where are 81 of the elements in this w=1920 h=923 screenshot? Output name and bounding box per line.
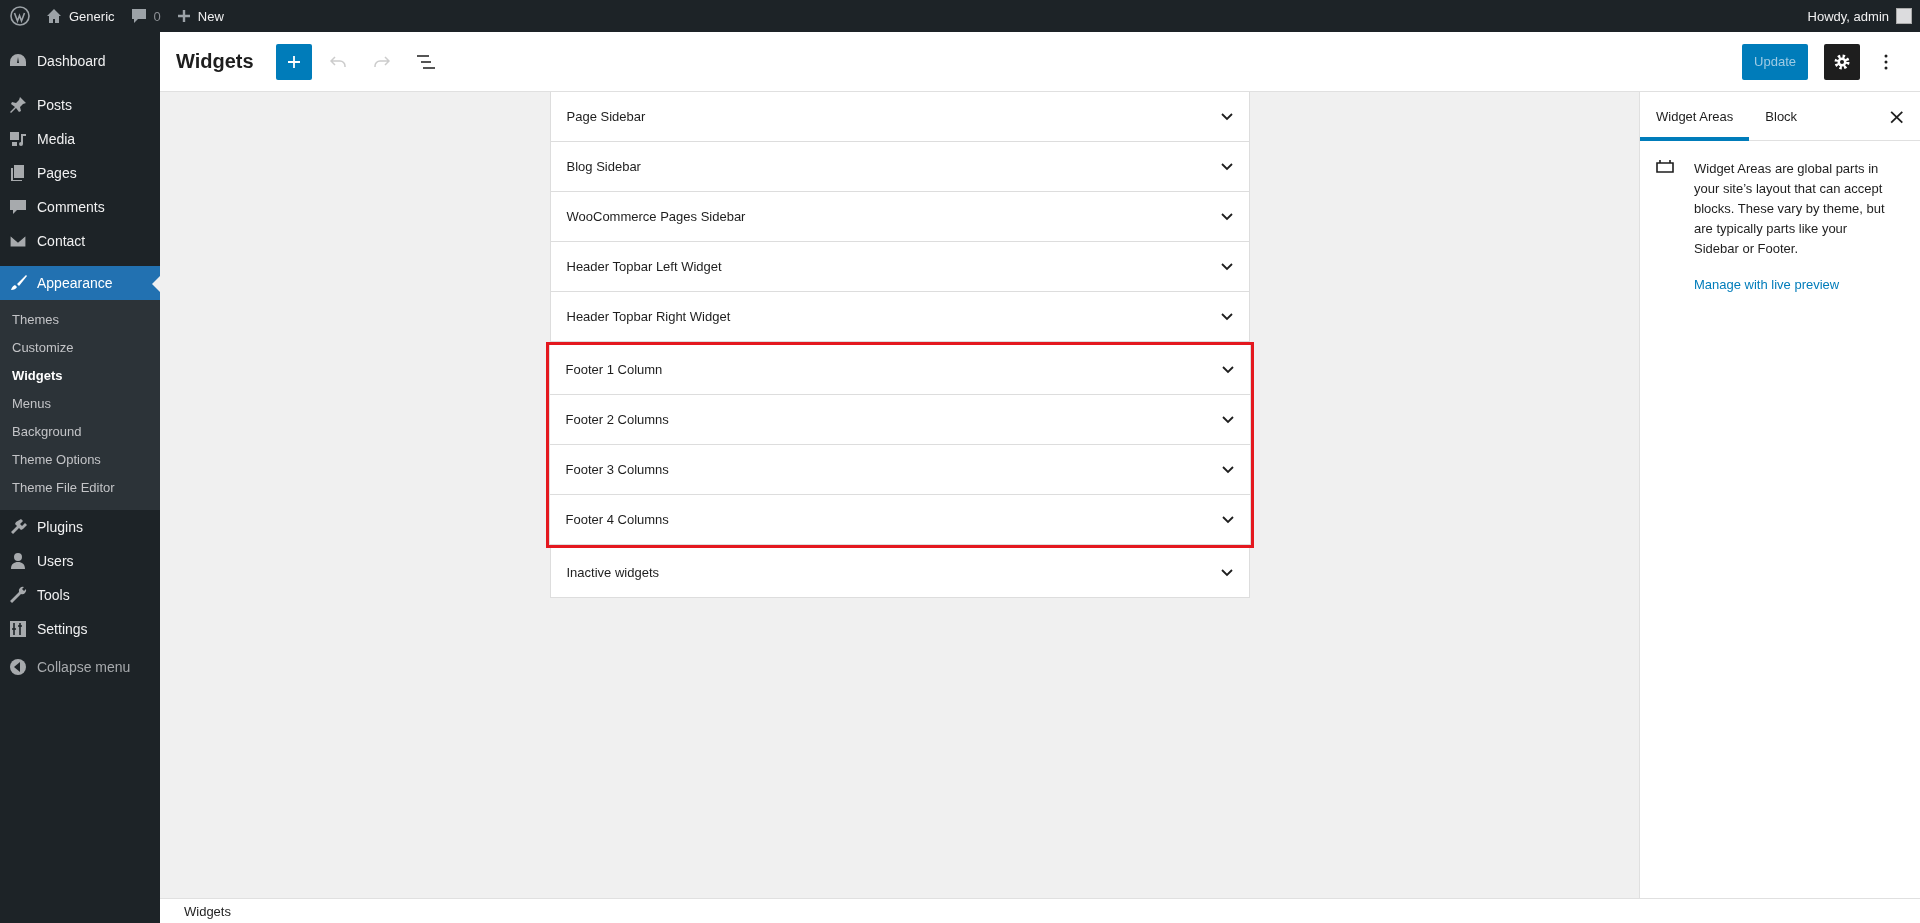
submenu-item[interactable]: Themes <box>0 306 160 334</box>
comment-bubble-icon <box>130 8 147 24</box>
list-view-icon <box>416 54 435 69</box>
menu-item[interactable]: Posts <box>0 88 160 122</box>
settings-icon <box>1833 52 1851 71</box>
person-icon <box>8 551 28 571</box>
widget-area-panel[interactable]: Inactive widgets <box>549 548 1250 598</box>
widget-area-title: Footer 1 Column <box>565 362 663 377</box>
wrench-icon <box>8 585 28 605</box>
account-link[interactable]: Howdy, admin <box>1807 8 1912 24</box>
submenu-item[interactable]: Background <box>0 418 160 446</box>
menu-item[interactable]: Plugins <box>0 510 160 544</box>
live-preview-link[interactable]: Manage with live preview <box>1694 277 1840 292</box>
widget-area-panel[interactable]: Blog Sidebar <box>549 142 1250 192</box>
widget-area-title: Page Sidebar <box>566 109 646 124</box>
comments-link[interactable]: 0 <box>130 8 161 24</box>
chevron-down-icon <box>1221 515 1234 524</box>
widget-area-panel[interactable]: Footer 4 Columns <box>548 495 1251 545</box>
site-name-link[interactable]: Generic <box>46 8 115 24</box>
menu-item[interactable]: Media <box>0 122 160 156</box>
breadcrumb-item[interactable]: Widgets <box>184 903 231 919</box>
menu-item[interactable]: Users <box>0 544 160 578</box>
widget-area-panel[interactable]: Footer 2 Columns <box>548 395 1251 445</box>
chevron-down-icon <box>1220 262 1233 271</box>
chevron-down-icon <box>1220 212 1233 221</box>
widget-area-panel[interactable]: WooCommerce Pages Sidebar <box>549 192 1250 242</box>
menu-item[interactable]: Settings <box>0 612 160 646</box>
menu-item[interactable]: Comments <box>0 190 160 224</box>
widget-area-icon <box>1656 159 1674 173</box>
pushpin-icon <box>8 95 28 115</box>
widget-area-title: Header Topbar Right Widget <box>566 309 731 324</box>
chevron-down-icon <box>1221 365 1234 374</box>
avatar-icon <box>1896 8 1912 24</box>
chevron-down-icon <box>1220 312 1233 321</box>
more-vertical-icon <box>1884 53 1888 70</box>
submenu-item[interactable]: Customize <box>0 334 160 362</box>
widget-area-panel[interactable]: Footer 1 Column <box>548 345 1251 395</box>
redo-icon <box>373 55 390 68</box>
home-icon <box>46 8 62 24</box>
chevron-down-icon <box>1220 568 1233 577</box>
chevron-down-icon <box>1221 415 1234 424</box>
camera-music-icon <box>8 129 28 149</box>
menu-item[interactable]: Pages <box>0 156 160 190</box>
menu-item[interactable]: Collapse menu <box>0 650 160 684</box>
widget-area-panel[interactable]: Header Topbar Right Widget <box>549 292 1250 342</box>
submenu-item[interactable]: Menus <box>0 390 160 418</box>
comment-icon <box>8 197 28 217</box>
undo-icon <box>329 55 346 68</box>
widget-area-panel[interactable]: Header Topbar Left Widget <box>549 242 1250 292</box>
paintbrush-icon <box>8 273 28 293</box>
menu-item[interactable]: Tools <box>0 578 160 612</box>
chevron-down-icon <box>1220 112 1233 121</box>
sliders-icon <box>8 619 28 639</box>
widget-area-title: Header Topbar Left Widget <box>566 259 722 274</box>
menu-item[interactable]: Dashboard <box>0 44 160 78</box>
widget-area-title: Inactive widgets <box>566 565 659 580</box>
submenu-item[interactable]: Theme File Editor <box>0 474 160 502</box>
wordpress-logo-icon[interactable] <box>10 6 30 26</box>
chevron-down-icon <box>1220 162 1233 171</box>
plus-icon <box>176 9 191 23</box>
widget-area-title: Footer 2 Columns <box>565 412 669 427</box>
panel-description: Widget Areas are global parts in your site’s layout that can accept blocks. These vary by theme, but are typically parts like your Sidebar or Footer. <box>1694 160 1886 258</box>
widget-area-title: Footer 3 Columns <box>565 462 669 477</box>
widget-area-title: Footer 4 Columns <box>565 512 669 527</box>
widget-area-title: Blog Sidebar <box>566 159 641 174</box>
submenu-item[interactable]: Widgets <box>0 362 160 390</box>
menu-item[interactable]: Appearance <box>0 266 160 300</box>
widget-area-title: WooCommerce Pages Sidebar <box>566 209 746 224</box>
widget-area-panel[interactable]: Page Sidebar <box>549 92 1250 142</box>
menu-item[interactable]: Contact <box>0 224 160 258</box>
new-content-link[interactable]: New <box>176 8 224 24</box>
settings-button[interactable] <box>1824 43 1860 80</box>
plus-icon <box>286 54 301 69</box>
chevron-down-icon <box>1221 465 1234 474</box>
page-title: Widgets <box>176 50 254 73</box>
widget-area-panel[interactable]: Footer 3 Columns <box>548 445 1251 495</box>
panel-tab[interactable]: Widget Areas <box>1640 92 1750 141</box>
submenu-item[interactable]: Theme Options <box>0 446 160 474</box>
close-button[interactable]: × <box>1873 92 1920 140</box>
panel-tab[interactable]: Block <box>1749 92 1814 141</box>
add-block-button[interactable] <box>275 43 312 80</box>
